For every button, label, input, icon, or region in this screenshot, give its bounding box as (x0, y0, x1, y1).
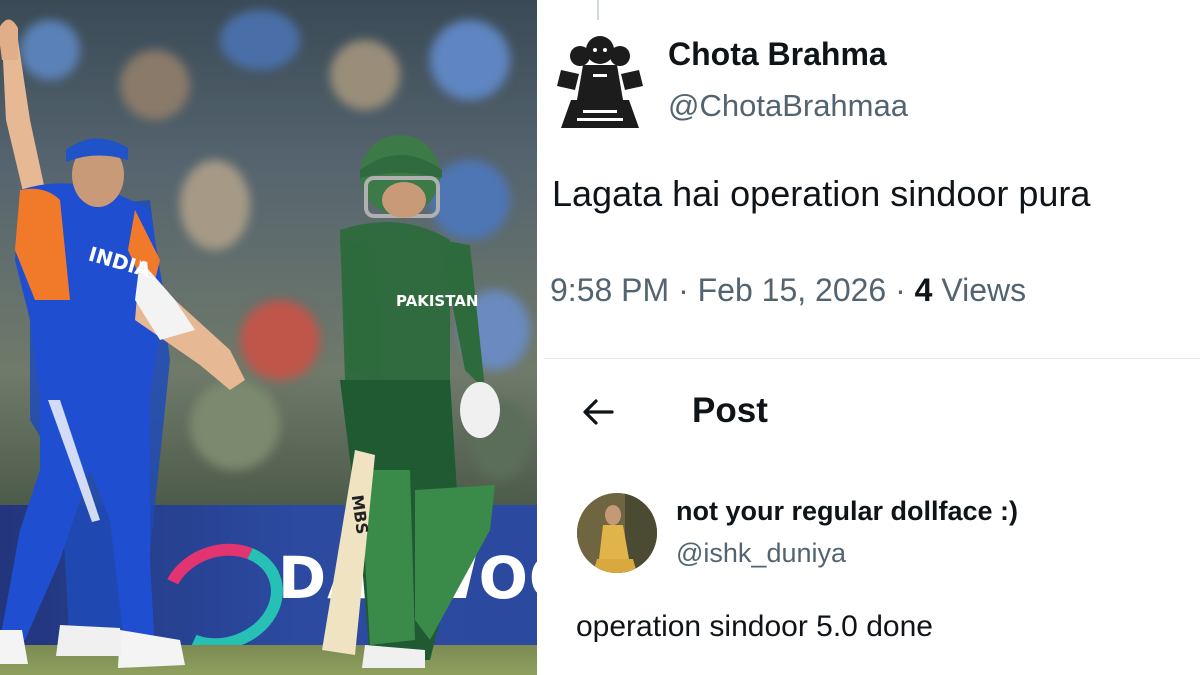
reply-author-avatar[interactable] (577, 493, 657, 573)
post-header-title: Post (692, 391, 768, 430)
pakistan-player (322, 135, 500, 668)
meta-separator: · (678, 272, 689, 308)
crowd-blob (330, 40, 400, 110)
author-name[interactable]: Chota Brahma (668, 36, 887, 73)
tweet-text: Lagata hai operation sindoor pura (552, 173, 1091, 214)
author-handle[interactable]: @ChotaBrahmaa (668, 88, 908, 124)
back-arrow-icon[interactable] (578, 392, 618, 432)
tweet-time[interactable]: 9:58 PM (550, 272, 669, 308)
author-avatar[interactable] (553, 30, 647, 130)
tweet-date[interactable]: Feb 15, 2026 (698, 272, 887, 308)
india-player (0, 19, 245, 668)
thread-line (597, 0, 599, 20)
reply-author-name[interactable]: not your regular dollface :) (676, 496, 1018, 527)
section-divider (545, 358, 1200, 359)
reply-author-handle[interactable]: @ishk_duniya (676, 538, 846, 569)
crowd-blob (430, 20, 510, 100)
cricket-photo: DAEWOO INDIA (0, 0, 537, 675)
meta-separator: · (895, 272, 906, 308)
jersey-text-pakistan: PAKISTAN (396, 292, 479, 310)
views-count: 4 (914, 272, 933, 308)
views-label: Views (941, 272, 1027, 308)
tweet-meta: 9:58 PM · Feb 15, 2026 · 4 Views (550, 272, 1026, 309)
reply-text: operation sindoor 5.0 done (576, 610, 933, 643)
person-photo-icon (577, 493, 657, 573)
